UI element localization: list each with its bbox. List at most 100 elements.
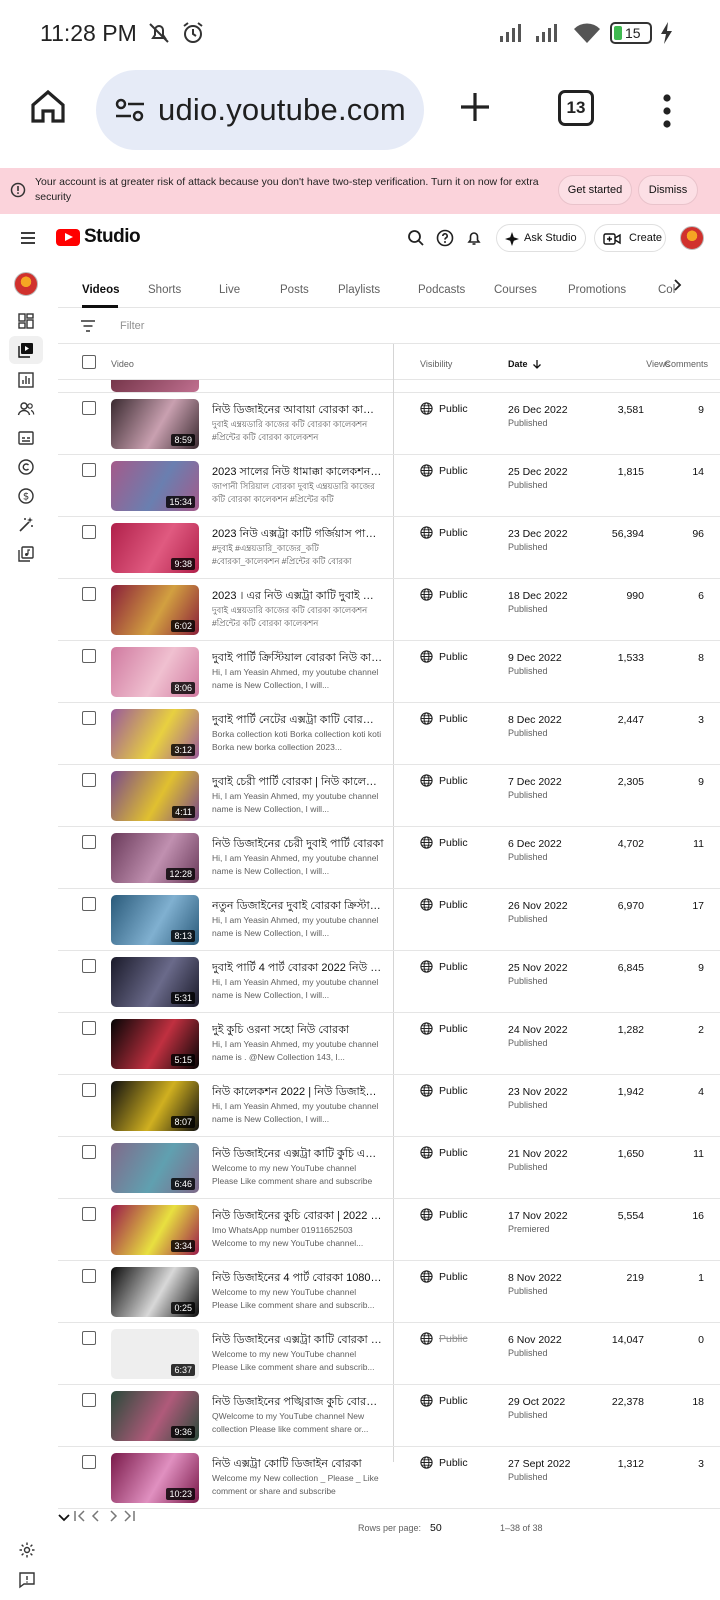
subtitles-icon[interactable]: [17, 429, 35, 447]
table-row[interactable]: 3:12 দুবাই পার্টি নেটের এক্সট্রা কাটি বোর…: [58, 703, 720, 765]
video-thumbnail[interactable]: 12:28: [111, 833, 199, 883]
audio-library-icon[interactable]: [17, 545, 35, 563]
table-row[interactable]: 4:11 দুবাই চেরী পার্টি বোরকা | নিউ কালেকশ…: [58, 765, 720, 827]
dashboard-icon[interactable]: [17, 312, 35, 330]
menu-icon[interactable]: [20, 231, 36, 245]
visibility-selector[interactable]: Public: [420, 1456, 468, 1469]
tab-posts[interactable]: Posts: [280, 284, 309, 296]
tab-courses[interactable]: Courses: [494, 284, 537, 296]
row-checkbox[interactable]: [82, 1455, 96, 1469]
chevron-down-icon[interactable]: [58, 1513, 70, 1523]
column-comments[interactable]: Comments: [640, 359, 708, 369]
tab-playlists[interactable]: Playlists: [338, 284, 380, 296]
home-icon[interactable]: [28, 86, 68, 126]
video-thumbnail[interactable]: 6:02: [111, 585, 199, 635]
visibility-selector[interactable]: Public: [420, 712, 468, 725]
row-checkbox[interactable]: [82, 773, 96, 787]
visibility-selector[interactable]: Public: [420, 650, 468, 663]
tab-promotions[interactable]: Promotions: [568, 284, 626, 296]
settings-icon[interactable]: [18, 1541, 36, 1559]
visibility-selector[interactable]: Public: [420, 774, 468, 787]
visibility-selector[interactable]: Public: [420, 464, 468, 477]
create-button[interactable]: Create: [594, 224, 666, 252]
filter-input[interactable]: Filter: [120, 320, 144, 332]
table-row[interactable]: 0:25নিউ ডিজাইনের 4 পার্ট বোরকা 1080p | ন…: [58, 1261, 720, 1323]
tab-shorts[interactable]: Shorts: [148, 284, 181, 296]
video-thumbnail[interactable]: 8:13: [111, 895, 199, 945]
video-thumbnail[interactable]: 9:36: [111, 1391, 199, 1441]
visibility-selector[interactable]: Public: [420, 1394, 468, 1407]
visibility-selector[interactable]: Public: [420, 960, 468, 973]
table-row[interactable]: 6:46 নিউ ডিজাইনের এক্সট্রা কাটি কুচি এন্ড…: [58, 1137, 720, 1199]
visibility-selector[interactable]: Public: [420, 588, 468, 601]
feedback-icon[interactable]: [18, 1571, 36, 1589]
table-row[interactable]: 8:13 নতুন ডিজাইনের দুবাই বোরকা ক্রিস্টাল …: [58, 889, 720, 951]
table-row[interactable]: 5:15 দুই কুচি ওরনা সহো নিউ বোরকা Hi, I am …: [58, 1013, 720, 1075]
visibility-selector[interactable]: Public: [420, 898, 468, 911]
row-checkbox[interactable]: [82, 1269, 96, 1283]
chevron-right-icon[interactable]: [670, 278, 684, 292]
table-row[interactable]: 8:06 দুবাই পার্টি ক্রিস্টিয়াল বোরকা নিউ …: [58, 641, 720, 703]
table-row[interactable]: 10:23 নিউ এক্সট্রা কোটি ডিজাইন বোরকা Welco…: [58, 1447, 720, 1509]
row-checkbox[interactable]: [82, 587, 96, 601]
visibility-selector[interactable]: Public: [420, 1270, 468, 1283]
table-row[interactable]: 9:38 2023 নিউ এক্সট্রা কাটি গর্জিয়াস পার…: [58, 517, 720, 579]
search-icon[interactable]: [407, 229, 425, 247]
table-row[interactable]: 3:34 নিউ ডিজাইনের কুচি বোরকা | 2022 New Im…: [58, 1199, 720, 1261]
visibility-selector[interactable]: Public: [420, 526, 468, 539]
url-text[interactable]: udio.youtube.com: [158, 92, 406, 128]
rows-per-page-select[interactable]: 50: [430, 1522, 442, 1534]
video-thumbnail[interactable]: 6:46: [111, 1143, 199, 1193]
analytics-icon[interactable]: [17, 371, 35, 389]
visibility-selector[interactable]: Public: [420, 1208, 468, 1221]
row-checkbox[interactable]: [82, 525, 96, 539]
next-page-icon[interactable]: [106, 1509, 120, 1523]
video-thumbnail[interactable]: 10:23: [111, 1453, 199, 1503]
row-checkbox[interactable]: [82, 959, 96, 973]
video-thumbnail[interactable]: 9:38: [111, 523, 199, 573]
table-row[interactable]: 6:02 2023 । এর নিউ এক্সট্রা কাটি দুবাই চে…: [58, 579, 720, 641]
row-checkbox[interactable]: [82, 711, 96, 725]
customization-icon[interactable]: [17, 516, 35, 534]
row-checkbox[interactable]: [82, 401, 96, 415]
video-thumbnail[interactable]: 5:31: [111, 957, 199, 1007]
visibility-selector[interactable]: Public: [420, 402, 468, 415]
copyright-icon[interactable]: [17, 458, 35, 476]
video-thumbnail[interactable]: 3:12: [111, 709, 199, 759]
studio-logo[interactable]: Studio: [56, 226, 141, 248]
last-page-icon[interactable]: [122, 1509, 136, 1523]
notifications-icon[interactable]: [465, 229, 483, 247]
earn-icon[interactable]: $: [17, 487, 35, 505]
dismiss-button[interactable]: Dismiss: [638, 175, 698, 205]
video-thumbnail[interactable]: 6:37: [111, 1329, 199, 1379]
row-checkbox[interactable]: [82, 835, 96, 849]
row-checkbox[interactable]: [82, 1145, 96, 1159]
table-row[interactable]: 8:59 নিউ ডিজাইনের আবায়া বোরকা কালেকশন দুব…: [58, 393, 720, 455]
video-thumbnail[interactable]: 15:34: [111, 461, 199, 511]
site-settings-icon[interactable]: [114, 96, 146, 124]
table-row[interactable]: 6:37 নিউ ডিজাইনের এক্সট্রা কাটি বোরকা 202…: [58, 1323, 720, 1385]
help-icon[interactable]: [436, 229, 454, 247]
tab-live[interactable]: Live: [219, 284, 240, 296]
video-thumbnail[interactable]: 3:34: [111, 1205, 199, 1255]
filter-icon[interactable]: [80, 320, 96, 332]
get-started-button[interactable]: Get started: [558, 175, 632, 205]
video-thumbnail[interactable]: 0:25: [111, 1267, 199, 1317]
address-bar[interactable]: udio.youtube.com: [96, 70, 424, 150]
video-thumbnail[interactable]: 8:06: [111, 647, 199, 697]
video-thumbnail[interactable]: 8:07: [111, 1081, 199, 1131]
new-tab-icon[interactable]: [458, 90, 492, 124]
account-avatar[interactable]: [680, 226, 704, 250]
visibility-selector[interactable]: Public: [420, 1022, 468, 1035]
visibility-selector[interactable]: Public: [420, 1332, 468, 1345]
select-all-checkbox[interactable]: [82, 355, 96, 369]
video-thumbnail[interactable]: 5:15: [111, 1019, 199, 1069]
first-page-icon[interactable]: [73, 1509, 87, 1523]
video-thumbnail[interactable]: 4:11: [111, 771, 199, 821]
more-options-icon[interactable]: [662, 94, 672, 128]
column-visibility[interactable]: Visibility: [420, 359, 452, 369]
column-date[interactable]: Date: [508, 359, 542, 369]
row-checkbox[interactable]: [82, 1083, 96, 1097]
row-checkbox[interactable]: [82, 1393, 96, 1407]
tab-videos[interactable]: Videos: [82, 284, 120, 296]
